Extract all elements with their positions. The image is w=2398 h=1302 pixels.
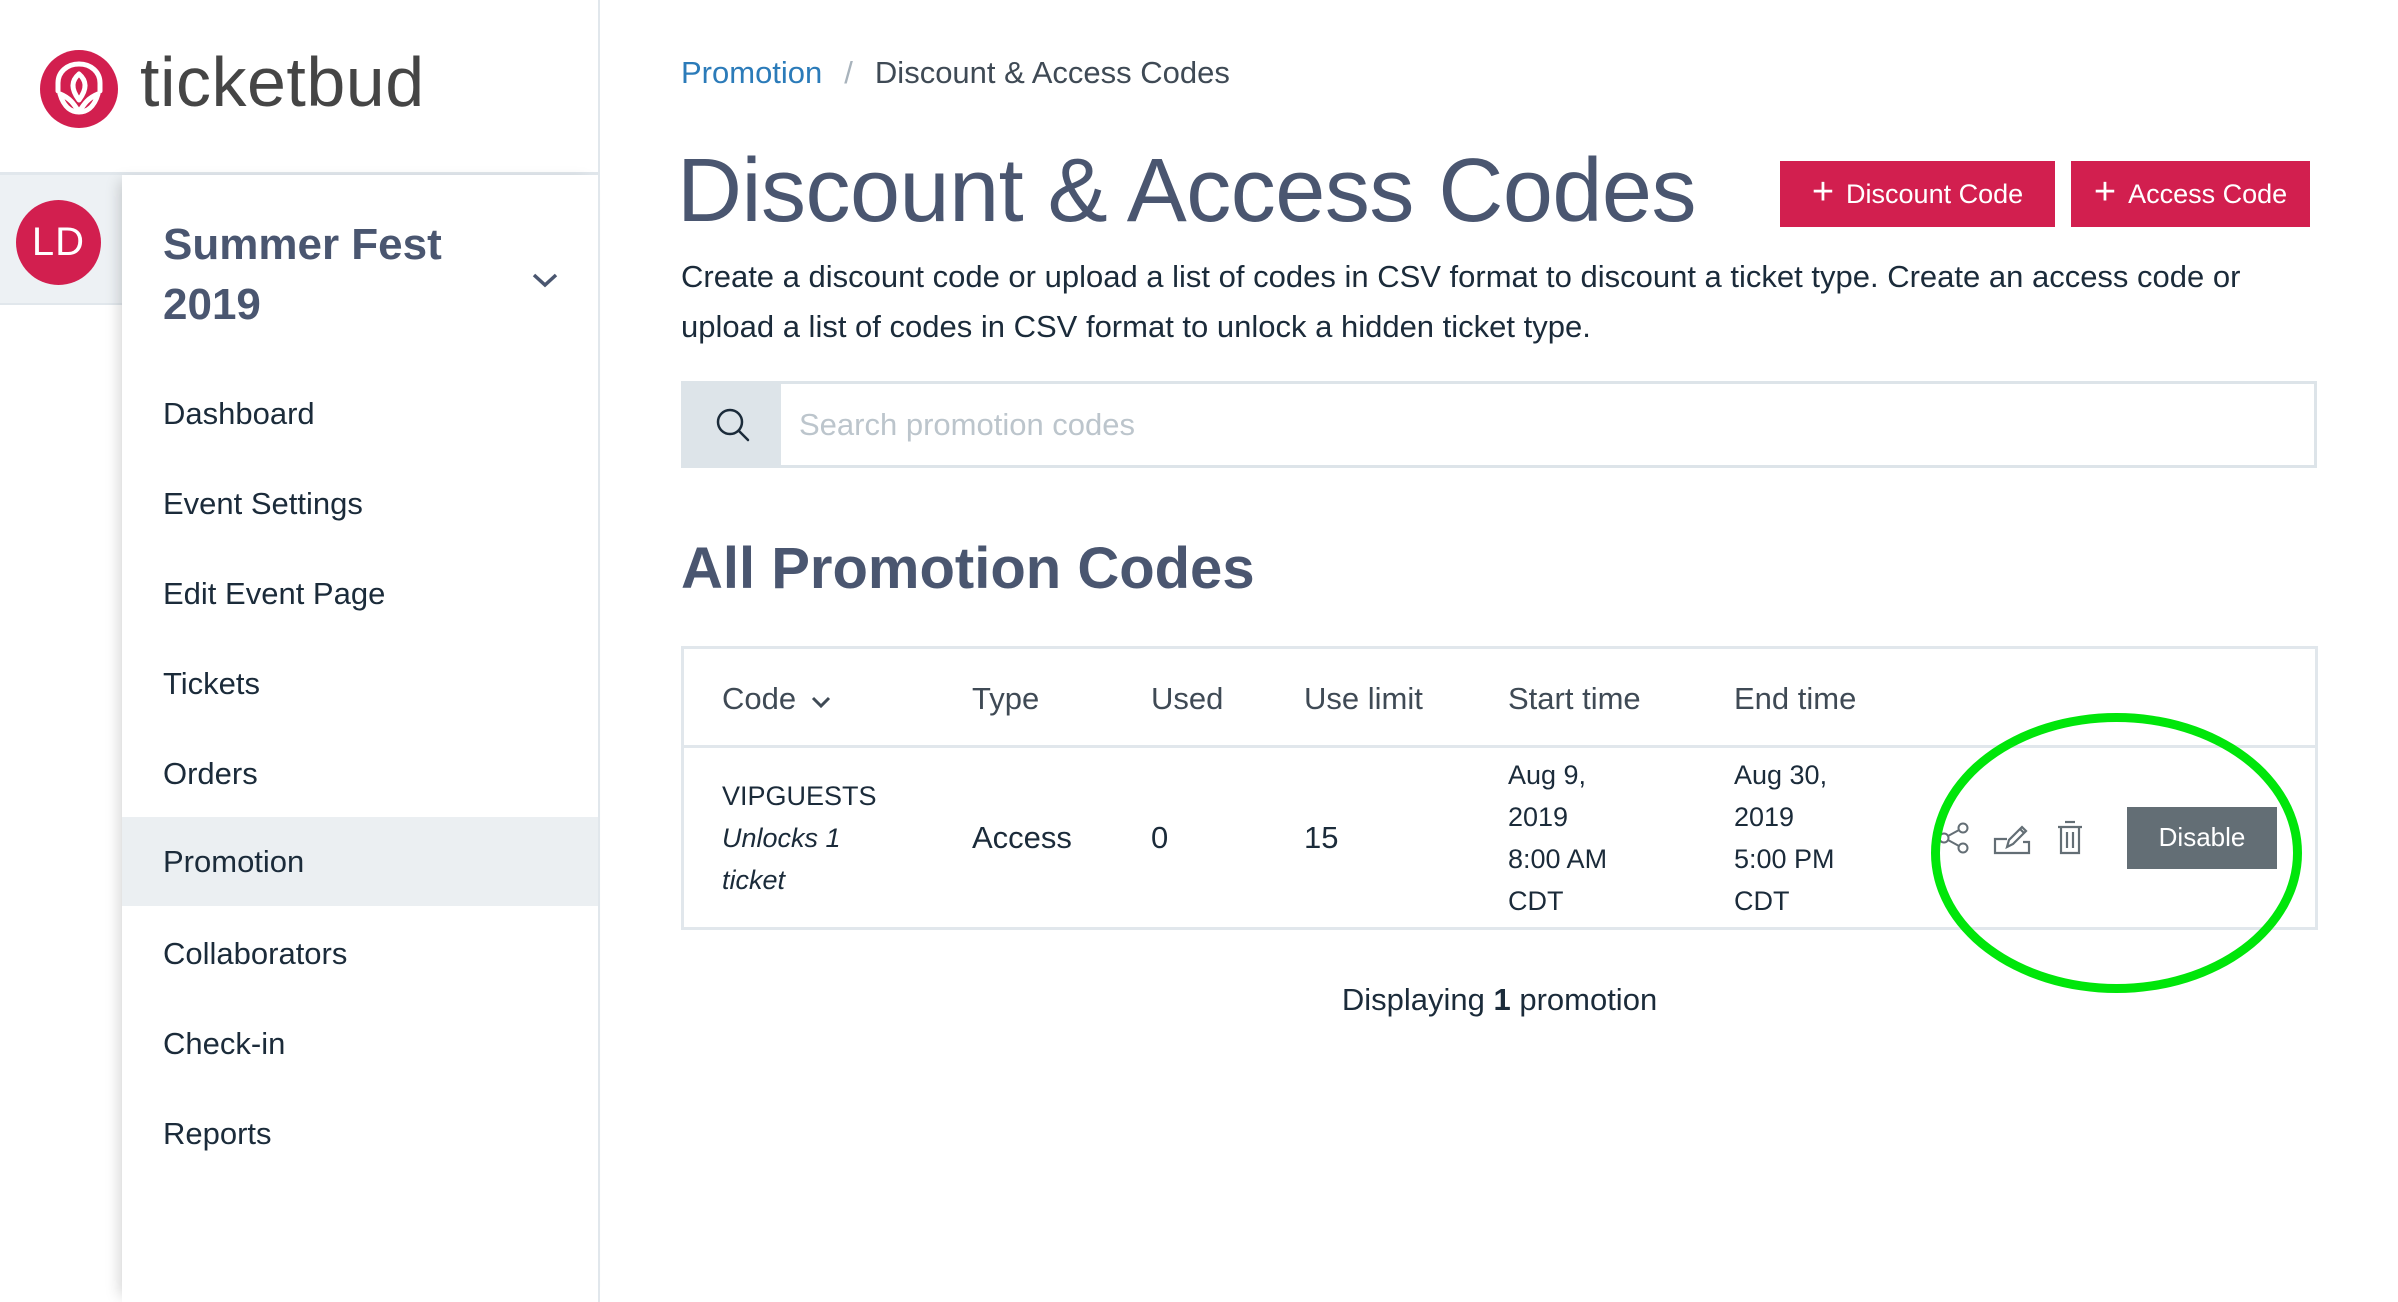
breadcrumb-current: Discount & Access Codes	[874, 55, 1230, 90]
start-year: 2019	[1508, 801, 1569, 832]
ticketbud-logo-icon[interactable]	[40, 50, 118, 128]
section-title: All Promotion Codes	[681, 536, 1255, 601]
breadcrumb: Promotion / Discount & Access Codes	[681, 55, 1230, 91]
breadcrumb-promotion-link[interactable]: Promotion	[681, 55, 822, 91]
disable-button[interactable]: Disable	[2127, 806, 2277, 869]
sidebar-item-edit-event-page[interactable]: Edit Event Page	[122, 549, 598, 638]
cell-use-limit: 15	[1304, 819, 1339, 855]
column-header-code-label: Code	[722, 680, 797, 716]
cell-used: 0	[1151, 819, 1169, 855]
sidebar-item-check-in[interactable]: Check-in	[122, 999, 598, 1088]
results-count-prefix: Displaying	[1341, 982, 1485, 1017]
end-clock: 5:00 PM	[1734, 843, 1835, 874]
account-rail-active: LD	[0, 175, 122, 305]
results-count: Displaying 1 promotion	[681, 982, 2318, 1018]
trash-icon[interactable]	[2045, 813, 2095, 863]
page-title: Discount & Access Codes	[677, 141, 1696, 241]
chevron-down-icon[interactable]	[810, 681, 832, 717]
chevron-down-icon[interactable]	[530, 270, 560, 290]
column-header-use-limit: Use limit	[1304, 680, 1423, 716]
promo-code-description: Unlocks 1 ticket	[722, 822, 841, 895]
column-header-used: Used	[1151, 680, 1224, 716]
add-access-code-label: Access Code	[2128, 178, 2288, 209]
search-bar	[681, 381, 2317, 468]
results-count-number: 1	[1493, 982, 1511, 1017]
sidebar-item-orders[interactable]: Orders	[122, 729, 598, 818]
start-clock: 8:00 AM	[1508, 843, 1608, 874]
sidebar-item-tickets[interactable]: Tickets	[122, 639, 598, 728]
sidebar-item-promotion[interactable]: Promotion	[122, 817, 598, 906]
row-actions: Disable	[1929, 748, 2277, 927]
add-access-code-button[interactable]: + Access Code	[2071, 161, 2310, 227]
start-date: Aug 9,	[1508, 759, 1587, 790]
promo-code: VIPGUESTS	[722, 780, 877, 811]
column-header-code[interactable]: Code	[722, 649, 832, 748]
cell-type: Access	[972, 819, 1072, 855]
sidebar-item-reports[interactable]: Reports	[122, 1089, 598, 1178]
brand-header: ticketbud	[0, 0, 600, 175]
event-sidebar: Summer Fest 2019 Dashboard Event Setting…	[122, 175, 600, 1302]
start-timezone: CDT	[1508, 885, 1564, 916]
column-header-type: Type	[972, 680, 1040, 716]
avatar[interactable]: LD	[16, 200, 101, 285]
sidebar-item-dashboard[interactable]: Dashboard	[122, 369, 598, 458]
column-header-start-time: Start time	[1508, 680, 1641, 716]
search-icon[interactable]	[684, 384, 781, 465]
account-rail: LD	[0, 175, 122, 1302]
add-discount-code-button[interactable]: + Discount Code	[1780, 161, 2055, 227]
sidebar-item-collaborators[interactable]: Collaborators	[122, 909, 598, 998]
edit-icon[interactable]	[1987, 813, 2037, 863]
search-input[interactable]	[781, 384, 2314, 465]
end-timezone: CDT	[1734, 885, 1790, 916]
share-icon[interactable]	[1929, 813, 1979, 863]
cell-end-time: Aug 30, 2019 5:00 PM CDT	[1734, 748, 1835, 927]
end-year: 2019	[1734, 801, 1795, 832]
event-title[interactable]: Summer Fest 2019	[163, 215, 463, 335]
plus-icon: +	[1811, 171, 1835, 213]
add-discount-code-label: Discount Code	[1846, 178, 2024, 209]
cell-code: VIPGUESTS Unlocks 1 ticket	[722, 748, 877, 927]
table-header: Code Type Used Use limit Start time End …	[684, 649, 2315, 748]
page-description: Create a discount code or upload a list …	[681, 259, 2241, 344]
breadcrumb-separator: /	[844, 55, 853, 90]
promotion-codes-table: Code Type Used Use limit Start time End …	[681, 646, 2318, 930]
table-row: VIPGUESTS Unlocks 1 ticket Access 0 15 A…	[684, 748, 2315, 927]
brand-name[interactable]: ticketbud	[140, 42, 425, 122]
results-count-suffix: promotion	[1519, 982, 1658, 1017]
end-date: Aug 30,	[1734, 759, 1828, 790]
cell-start-time: Aug 9, 2019 8:00 AM CDT	[1508, 748, 1607, 927]
sidebar-item-event-settings[interactable]: Event Settings	[122, 459, 598, 548]
column-header-end-time: End time	[1734, 680, 1857, 716]
plus-icon: +	[2093, 171, 2117, 213]
